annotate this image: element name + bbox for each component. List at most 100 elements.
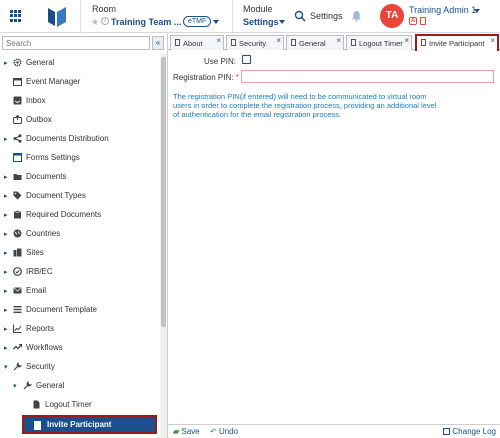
- document-icon: [420, 17, 426, 25]
- close-icon[interactable]: ×: [216, 36, 221, 45]
- room-label: Room: [92, 4, 117, 14]
- sidebar-scrollbar[interactable]: [160, 53, 167, 438]
- tab-label: Security: [239, 39, 267, 48]
- tab-general[interactable]: General ×: [286, 35, 344, 50]
- tab-label: General: [299, 39, 326, 48]
- sidebar-item-label: Outbox: [26, 115, 52, 124]
- collapse-arrow-icon[interactable]: ▾: [4, 363, 8, 371]
- sidebar-item-label: Sites: [26, 248, 44, 257]
- sidebar-item-label: Security: [26, 362, 55, 371]
- expand-arrow-icon[interactable]: ▸: [4, 192, 8, 200]
- save-label: Save: [181, 427, 200, 436]
- sidebar-item-outbox[interactable]: Outbox: [0, 110, 160, 129]
- sidebar-item-label: IRB/EC: [26, 267, 53, 276]
- app-logo: [48, 7, 66, 27]
- module-label: Module: [243, 4, 273, 14]
- registration-pin-note: The registration PIN(if entered) will ne…: [173, 92, 437, 119]
- role-badge: A: [409, 17, 417, 25]
- save-button[interactable]: ▰ Save: [173, 427, 200, 436]
- tab-logout-timer[interactable]: Logout Timer ×: [346, 35, 412, 50]
- user-chevron-down-icon[interactable]: [474, 9, 480, 13]
- sidebar-item-label: Required Documents: [26, 210, 102, 219]
- sidebar-item-label: Document Types: [26, 191, 86, 200]
- wrench-icon: [23, 381, 32, 390]
- use-pin-label: Use PIN:: [204, 57, 237, 66]
- sidebar-item-label: Reports: [26, 324, 55, 333]
- close-icon[interactable]: ×: [276, 36, 281, 45]
- tab-label: Logout Timer: [359, 39, 403, 48]
- tab-label: Invite Participant: [429, 39, 485, 48]
- sidebar-item-logout-timer[interactable]: Logout Timer: [0, 395, 160, 414]
- undo-button[interactable]: ↶ Undo: [210, 427, 238, 436]
- gear-icon: [13, 58, 22, 67]
- info-icon[interactable]: i: [101, 17, 109, 25]
- check-circle-icon: [13, 267, 22, 276]
- room-selector[interactable]: Training Team ...: [111, 17, 181, 27]
- sidebar-item-label: Email: [26, 286, 47, 295]
- undo-icon: ↶: [210, 427, 217, 436]
- sidebar-item-document-template[interactable]: ▸ Document Template: [0, 300, 160, 319]
- sidebar-item-documents[interactable]: ▸ Documents: [0, 167, 160, 186]
- sidebar-item-event-manager[interactable]: Event Manager: [0, 72, 160, 91]
- sidebar-item-documents-distribution[interactable]: ▸ Documents Distribution: [0, 129, 160, 148]
- module-selector[interactable]: Settings: [243, 17, 279, 27]
- expand-arrow-icon[interactable]: ▸: [4, 135, 8, 143]
- sidebar-item-forms-settings[interactable]: Forms Settings: [0, 148, 160, 167]
- settings-link[interactable]: Settings: [310, 11, 343, 21]
- registration-pin-input[interactable]: [241, 70, 494, 83]
- sidebar-item-sites[interactable]: ▸ Sites: [0, 243, 160, 262]
- sidebar-item-inbox[interactable]: Inbox: [0, 91, 160, 110]
- outbox-icon: [13, 115, 22, 124]
- expand-arrow-icon[interactable]: ▸: [4, 306, 8, 314]
- sidebar-item-invite-participant[interactable]: Invite Participant: [22, 415, 157, 434]
- sidebar-item-workflows[interactable]: ▸ Workflows: [0, 338, 160, 357]
- close-icon[interactable]: ×: [490, 36, 495, 45]
- tab-label: About: [183, 39, 203, 48]
- user-name[interactable]: Training Admin 1: [409, 5, 476, 15]
- expand-arrow-icon[interactable]: ▸: [4, 59, 8, 67]
- close-icon[interactable]: ×: [404, 36, 409, 45]
- search-input[interactable]: [2, 36, 150, 50]
- sidebar-item-required-documents[interactable]: ▸ Required Documents: [0, 205, 160, 224]
- scrollbar-thumb[interactable]: [161, 57, 166, 327]
- expand-arrow-icon[interactable]: ▸: [4, 249, 8, 257]
- module-chevron-down-icon[interactable]: [279, 20, 285, 24]
- change-log-label: Change Log: [452, 427, 496, 436]
- tab-about[interactable]: About ×: [170, 35, 224, 50]
- room-chevron-down-icon[interactable]: [213, 20, 219, 24]
- bell-icon[interactable]: [351, 10, 362, 22]
- document-icon: [231, 39, 236, 46]
- expand-arrow-icon[interactable]: ▸: [4, 230, 8, 238]
- sidebar-item-email[interactable]: ▸ Email: [0, 281, 160, 300]
- avatar[interactable]: TA: [380, 4, 404, 28]
- globe-icon: [13, 229, 22, 238]
- collapse-arrow-icon[interactable]: ▾: [13, 382, 17, 390]
- star-icon[interactable]: ★: [91, 17, 99, 28]
- expand-arrow-icon[interactable]: ▸: [4, 173, 8, 181]
- sidebar-item-reports[interactable]: ▸ Reports: [0, 319, 160, 338]
- expand-arrow-icon[interactable]: ▸: [4, 211, 8, 219]
- sidebar-item-label: Workflows: [26, 343, 63, 352]
- double-chevron-left-icon[interactable]: «: [152, 36, 164, 50]
- expand-arrow-icon[interactable]: ▸: [4, 325, 8, 333]
- sidebar-item-security-general[interactable]: ▾ General: [0, 376, 160, 395]
- sidebar-item-label: Logout Timer: [45, 400, 92, 409]
- tab-invite-participant[interactable]: Invite Participant ×: [415, 34, 499, 51]
- sidebar-item-general[interactable]: ▸ General: [0, 53, 160, 72]
- sidebar-item-document-types[interactable]: ▸ Document Types: [0, 186, 160, 205]
- change-log-button[interactable]: Change Log: [443, 427, 496, 436]
- use-pin-checkbox[interactable]: [242, 55, 251, 64]
- expand-arrow-icon[interactable]: ▸: [4, 268, 8, 276]
- search-icon[interactable]: [294, 10, 306, 22]
- sidebar-item-countries[interactable]: ▸ Countries: [0, 224, 160, 243]
- expand-arrow-icon[interactable]: ▸: [4, 287, 8, 295]
- apps-grid-icon[interactable]: [10, 10, 22, 22]
- share-icon: [13, 134, 22, 143]
- expand-arrow-icon[interactable]: ▸: [4, 344, 8, 352]
- document-icon: [33, 400, 40, 409]
- sidebar-item-label: Documents: [26, 172, 67, 181]
- sidebar-item-security[interactable]: ▾ Security: [0, 357, 160, 376]
- tab-security[interactable]: Security ×: [226, 35, 284, 50]
- sidebar-item-irb-ec[interactable]: ▸ IRB/EC: [0, 262, 160, 281]
- close-icon[interactable]: ×: [336, 36, 341, 45]
